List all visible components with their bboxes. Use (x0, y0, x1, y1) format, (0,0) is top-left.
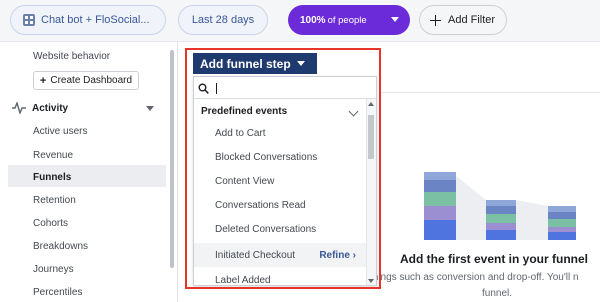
empty-state-description-cont: funnel. (482, 288, 513, 299)
create-dashboard-label: Create Dashboard (50, 75, 133, 86)
sidebar-item-percentiles[interactable]: Percentiles (33, 287, 82, 298)
empty-state-description: things such as conversion and drop-off. … (370, 272, 579, 283)
sidebar-item-active-users[interactable]: Active users (33, 126, 87, 137)
annotation-highlight-box (185, 48, 381, 289)
sidebar-section-activity[interactable]: Activity (12, 100, 162, 116)
sidebar-item-journeys[interactable]: Journeys (33, 264, 74, 275)
sidebar: Website behavior + Create Dashboard Acti… (0, 42, 178, 302)
sidebar-active-highlight (8, 165, 166, 187)
app-grid-icon (23, 14, 35, 26)
plus-icon (430, 14, 441, 26)
date-range-label: Last 28 days (191, 14, 255, 26)
add-filter-button[interactable]: Add Filter (419, 5, 507, 35)
date-range-pill[interactable]: Last 28 days (178, 5, 268, 35)
empty-state-title: Add the first event in your funnel (400, 252, 589, 266)
sidebar-item-funnels[interactable]: Funnels (33, 172, 71, 183)
sidebar-section-label: Activity (32, 102, 69, 114)
content-divider (380, 92, 600, 93)
people-suffix: of people (327, 14, 367, 26)
chevron-down-icon[interactable] (146, 106, 154, 111)
sidebar-item-retention[interactable]: Retention (33, 195, 76, 206)
funnel-illustration (424, 172, 576, 240)
add-filter-label: Add Filter (448, 14, 496, 26)
sidebar-item-breakdowns[interactable]: Breakdowns (33, 241, 88, 252)
people-segment-pill[interactable]: 100% of people (288, 5, 410, 35)
plus-icon: + (39, 74, 47, 87)
caret-down-icon (391, 17, 399, 22)
app-filter-label: Chat bot + FloSocial... (41, 14, 150, 26)
filter-bar: Chat bot + FloSocial... Last 28 days 100… (0, 0, 600, 42)
create-dashboard-button[interactable]: + Create Dashboard (33, 71, 139, 90)
sidebar-item-cohorts[interactable]: Cohorts (33, 218, 68, 229)
sidebar-scrollbar[interactable] (170, 50, 174, 268)
people-percent: 100% (300, 14, 326, 26)
app-filter-pill[interactable]: Chat bot + FloSocial... (10, 5, 166, 35)
sidebar-item-website-behavior[interactable]: Website behavior (33, 51, 110, 62)
pulse-icon (12, 102, 26, 114)
sidebar-item-revenue[interactable]: Revenue (33, 150, 73, 161)
